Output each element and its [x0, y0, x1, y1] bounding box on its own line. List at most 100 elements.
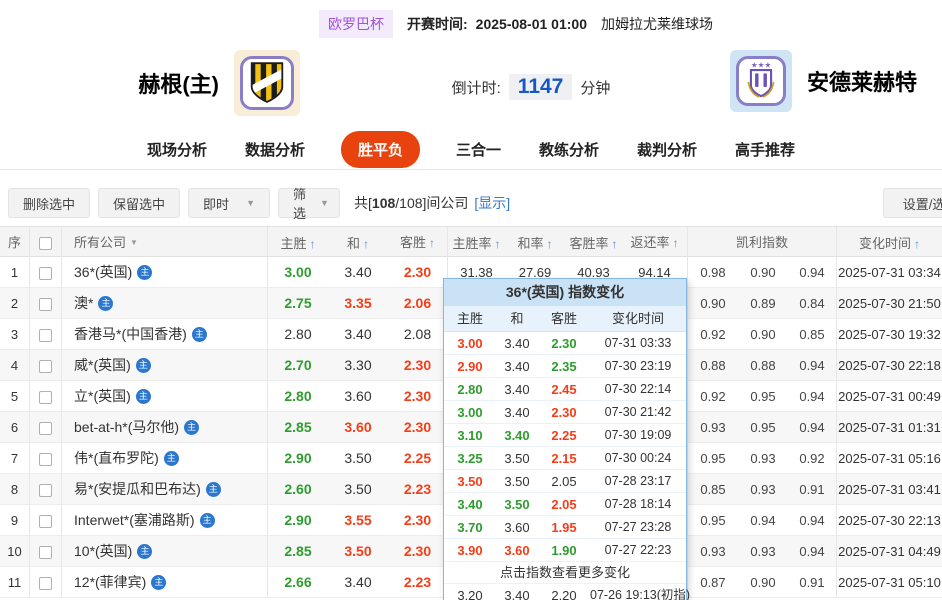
- kelly-index: 0.90: [738, 319, 788, 350]
- draw-odds[interactable]: 3.60: [328, 381, 388, 412]
- kelly-index: 0.94: [788, 536, 837, 567]
- away-win-odds[interactable]: 2.25: [388, 443, 448, 474]
- home-win-odds[interactable]: 2.60: [268, 474, 328, 505]
- row-checkbox[interactable]: [39, 298, 52, 311]
- kelly-index: 0.95: [738, 381, 788, 412]
- league-badge[interactable]: 欧罗巴杯: [319, 10, 393, 38]
- away-win-odds[interactable]: 2.30: [388, 412, 448, 443]
- home-win-odds[interactable]: 2.70: [268, 350, 328, 381]
- draw-odds[interactable]: 3.50: [328, 474, 388, 505]
- away-win-odds[interactable]: 2.30: [388, 257, 448, 288]
- header-away-win[interactable]: 客胜↑: [388, 227, 448, 259]
- header-company[interactable]: 所有公司▼: [62, 227, 268, 259]
- header-change-time[interactable]: 变化时间↑: [837, 228, 942, 259]
- kickoff-time: 开赛时间:2025-08-01 01:00: [407, 14, 587, 34]
- keep-selected-button[interactable]: 保留选中: [98, 188, 180, 218]
- header-draw-rate[interactable]: 和率↑: [505, 228, 565, 259]
- away-win-odds[interactable]: 2.08: [388, 319, 448, 350]
- company-name[interactable]: bet-at-h*(马尔他): [74, 412, 179, 443]
- draw-odds[interactable]: 3.55: [328, 505, 388, 536]
- draw-odds[interactable]: 3.30: [328, 350, 388, 381]
- draw-odds[interactable]: 3.40: [328, 257, 388, 288]
- popup-draw-odds: 3.50: [496, 470, 538, 493]
- row-checkbox[interactable]: [39, 546, 52, 559]
- show-link[interactable]: [显示]: [474, 195, 510, 211]
- live-dropdown[interactable]: 即时 ▼: [188, 188, 270, 218]
- home-win-odds[interactable]: 2.80: [268, 381, 328, 412]
- company-name[interactable]: 威*(英国): [74, 350, 131, 381]
- header-home-rate[interactable]: 主胜率↑: [448, 228, 505, 259]
- company-cell: 伟*(直布罗陀)主: [62, 443, 268, 474]
- home-win-odds[interactable]: 3.00: [268, 257, 328, 288]
- row-checkbox[interactable]: [39, 329, 52, 342]
- change-time: 2025-07-30 21:50: [837, 288, 942, 319]
- row-checkbox[interactable]: [39, 515, 52, 528]
- company-name[interactable]: 易*(安提瓜和巴布达): [74, 474, 201, 505]
- filter-dropdown[interactable]: 筛选 ▼: [278, 188, 340, 218]
- row-checkbox[interactable]: [39, 267, 52, 280]
- away-win-odds[interactable]: 2.23: [388, 567, 448, 598]
- draw-odds[interactable]: 3.60: [328, 412, 388, 443]
- company-name[interactable]: Interwet*(塞浦路斯): [74, 505, 195, 536]
- company-cell: 威*(英国)主: [62, 350, 268, 381]
- header-draw[interactable]: 和↑: [328, 228, 388, 259]
- company-name[interactable]: 12*(菲律宾): [74, 567, 146, 598]
- row-checkbox-cell: [30, 474, 62, 505]
- company-name[interactable]: 伟*(直布罗陀): [74, 443, 159, 474]
- away-win-odds[interactable]: 2.30: [388, 350, 448, 381]
- row-checkbox[interactable]: [39, 577, 52, 590]
- popup-home-odds: 3.00: [444, 332, 496, 355]
- draw-odds[interactable]: 3.40: [328, 567, 388, 598]
- home-win-odds[interactable]: 2.75: [268, 288, 328, 319]
- row-checkbox[interactable]: [39, 453, 52, 466]
- home-win-odds[interactable]: 2.90: [268, 505, 328, 536]
- company-cell: 立*(英国)主: [62, 381, 268, 412]
- row-index: 4: [0, 350, 30, 381]
- away-win-odds[interactable]: 2.06: [388, 288, 448, 319]
- change-time: 2025-07-31 03:34: [837, 257, 942, 288]
- company-name[interactable]: 10*(英国): [74, 536, 132, 567]
- row-checkbox[interactable]: [39, 391, 52, 404]
- company-cell: 香港马*(中国香港)主: [62, 319, 268, 350]
- row-checkbox[interactable]: [39, 422, 52, 435]
- draw-odds[interactable]: 3.50: [328, 536, 388, 567]
- draw-odds[interactable]: 3.35: [328, 288, 388, 319]
- countdown-label: 倒计时:: [452, 77, 501, 98]
- company-name[interactable]: 36*(英国): [74, 257, 132, 288]
- row-checkbox[interactable]: [39, 360, 52, 373]
- tab-3-active[interactable]: 胜平负: [341, 131, 420, 168]
- away-win-odds[interactable]: 2.23: [388, 474, 448, 505]
- row-checkbox-cell: [30, 536, 62, 567]
- tab-1-item[interactable]: 现场分析: [145, 131, 209, 168]
- company-name[interactable]: 香港马*(中国香港): [74, 319, 187, 350]
- home-win-odds[interactable]: 2.90: [268, 443, 328, 474]
- change-time: 2025-07-30 22:18: [837, 350, 942, 381]
- popup-row-initial: 3.203.402.2007-26 19:13(初指): [444, 584, 686, 600]
- away-win-odds[interactable]: 2.30: [388, 505, 448, 536]
- header-away-rate[interactable]: 客胜率↑: [565, 228, 622, 259]
- tab-2-item[interactable]: 数据分析: [243, 131, 307, 168]
- home-win-odds[interactable]: 2.66: [268, 567, 328, 598]
- row-checkbox-cell: [30, 567, 62, 598]
- away-win-odds[interactable]: 2.30: [388, 536, 448, 567]
- tab-7-item[interactable]: 高手推荐: [733, 131, 797, 168]
- tab-6-item[interactable]: 裁判分析: [635, 131, 699, 168]
- tab-5-item[interactable]: 教练分析: [537, 131, 601, 168]
- company-name[interactable]: 立*(英国): [74, 381, 131, 412]
- popup-away-odds: 2.05: [538, 493, 590, 516]
- header-home-win[interactable]: 主胜↑: [268, 228, 328, 259]
- row-checkbox[interactable]: [39, 484, 52, 497]
- home-win-odds[interactable]: 2.85: [268, 412, 328, 443]
- draw-odds[interactable]: 3.50: [328, 443, 388, 474]
- popup-away-odds: 2.35: [538, 355, 590, 378]
- delete-selected-button[interactable]: 删除选中: [8, 188, 90, 218]
- settings-select-button[interactable]: 设置/选择: [883, 188, 942, 218]
- home-win-odds[interactable]: 2.85: [268, 536, 328, 567]
- header-payout-rate[interactable]: 返还率↑: [622, 227, 688, 259]
- company-name[interactable]: 澳*: [74, 288, 93, 319]
- home-win-odds[interactable]: 2.80: [268, 319, 328, 350]
- select-all-checkbox[interactable]: [39, 237, 52, 250]
- tab-4-item[interactable]: 三合一: [454, 131, 503, 168]
- draw-odds[interactable]: 3.40: [328, 319, 388, 350]
- away-win-odds[interactable]: 2.30: [388, 381, 448, 412]
